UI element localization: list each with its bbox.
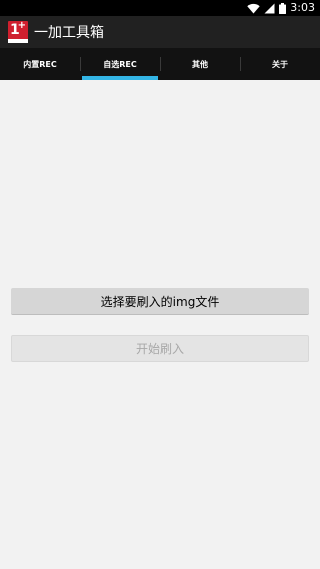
- tab-label: 自选REC: [103, 59, 137, 69]
- tab-label: 内置REC: [23, 59, 57, 69]
- tab-other[interactable]: 其他: [160, 48, 240, 80]
- tab-label: 其他: [192, 59, 208, 69]
- signal-icon: [264, 3, 275, 14]
- status-time: 3:03: [290, 1, 315, 14]
- wifi-icon: [247, 3, 260, 14]
- tab-bar: 内置REC 自选REC 其他 关于: [0, 48, 320, 80]
- tab-builtin-rec[interactable]: 内置REC: [0, 48, 80, 80]
- select-image-button[interactable]: 选择要刷入的img文件: [11, 288, 309, 315]
- tab-custom-rec[interactable]: 自选REC: [80, 48, 160, 80]
- status-bar: 3:03: [0, 0, 320, 16]
- action-bar: 1 + 一加工具箱: [0, 16, 320, 48]
- oneplus-logo-icon[interactable]: 1 +: [8, 21, 28, 43]
- main-content: 选择要刷入的img文件 开始刷入: [0, 80, 320, 569]
- tab-label: 关于: [272, 59, 288, 69]
- start-flash-button[interactable]: 开始刷入: [11, 335, 309, 362]
- status-icons: 3:03: [247, 1, 315, 15]
- tab-about[interactable]: 关于: [240, 48, 320, 80]
- battery-icon: [279, 2, 287, 14]
- app-title: 一加工具箱: [34, 25, 104, 41]
